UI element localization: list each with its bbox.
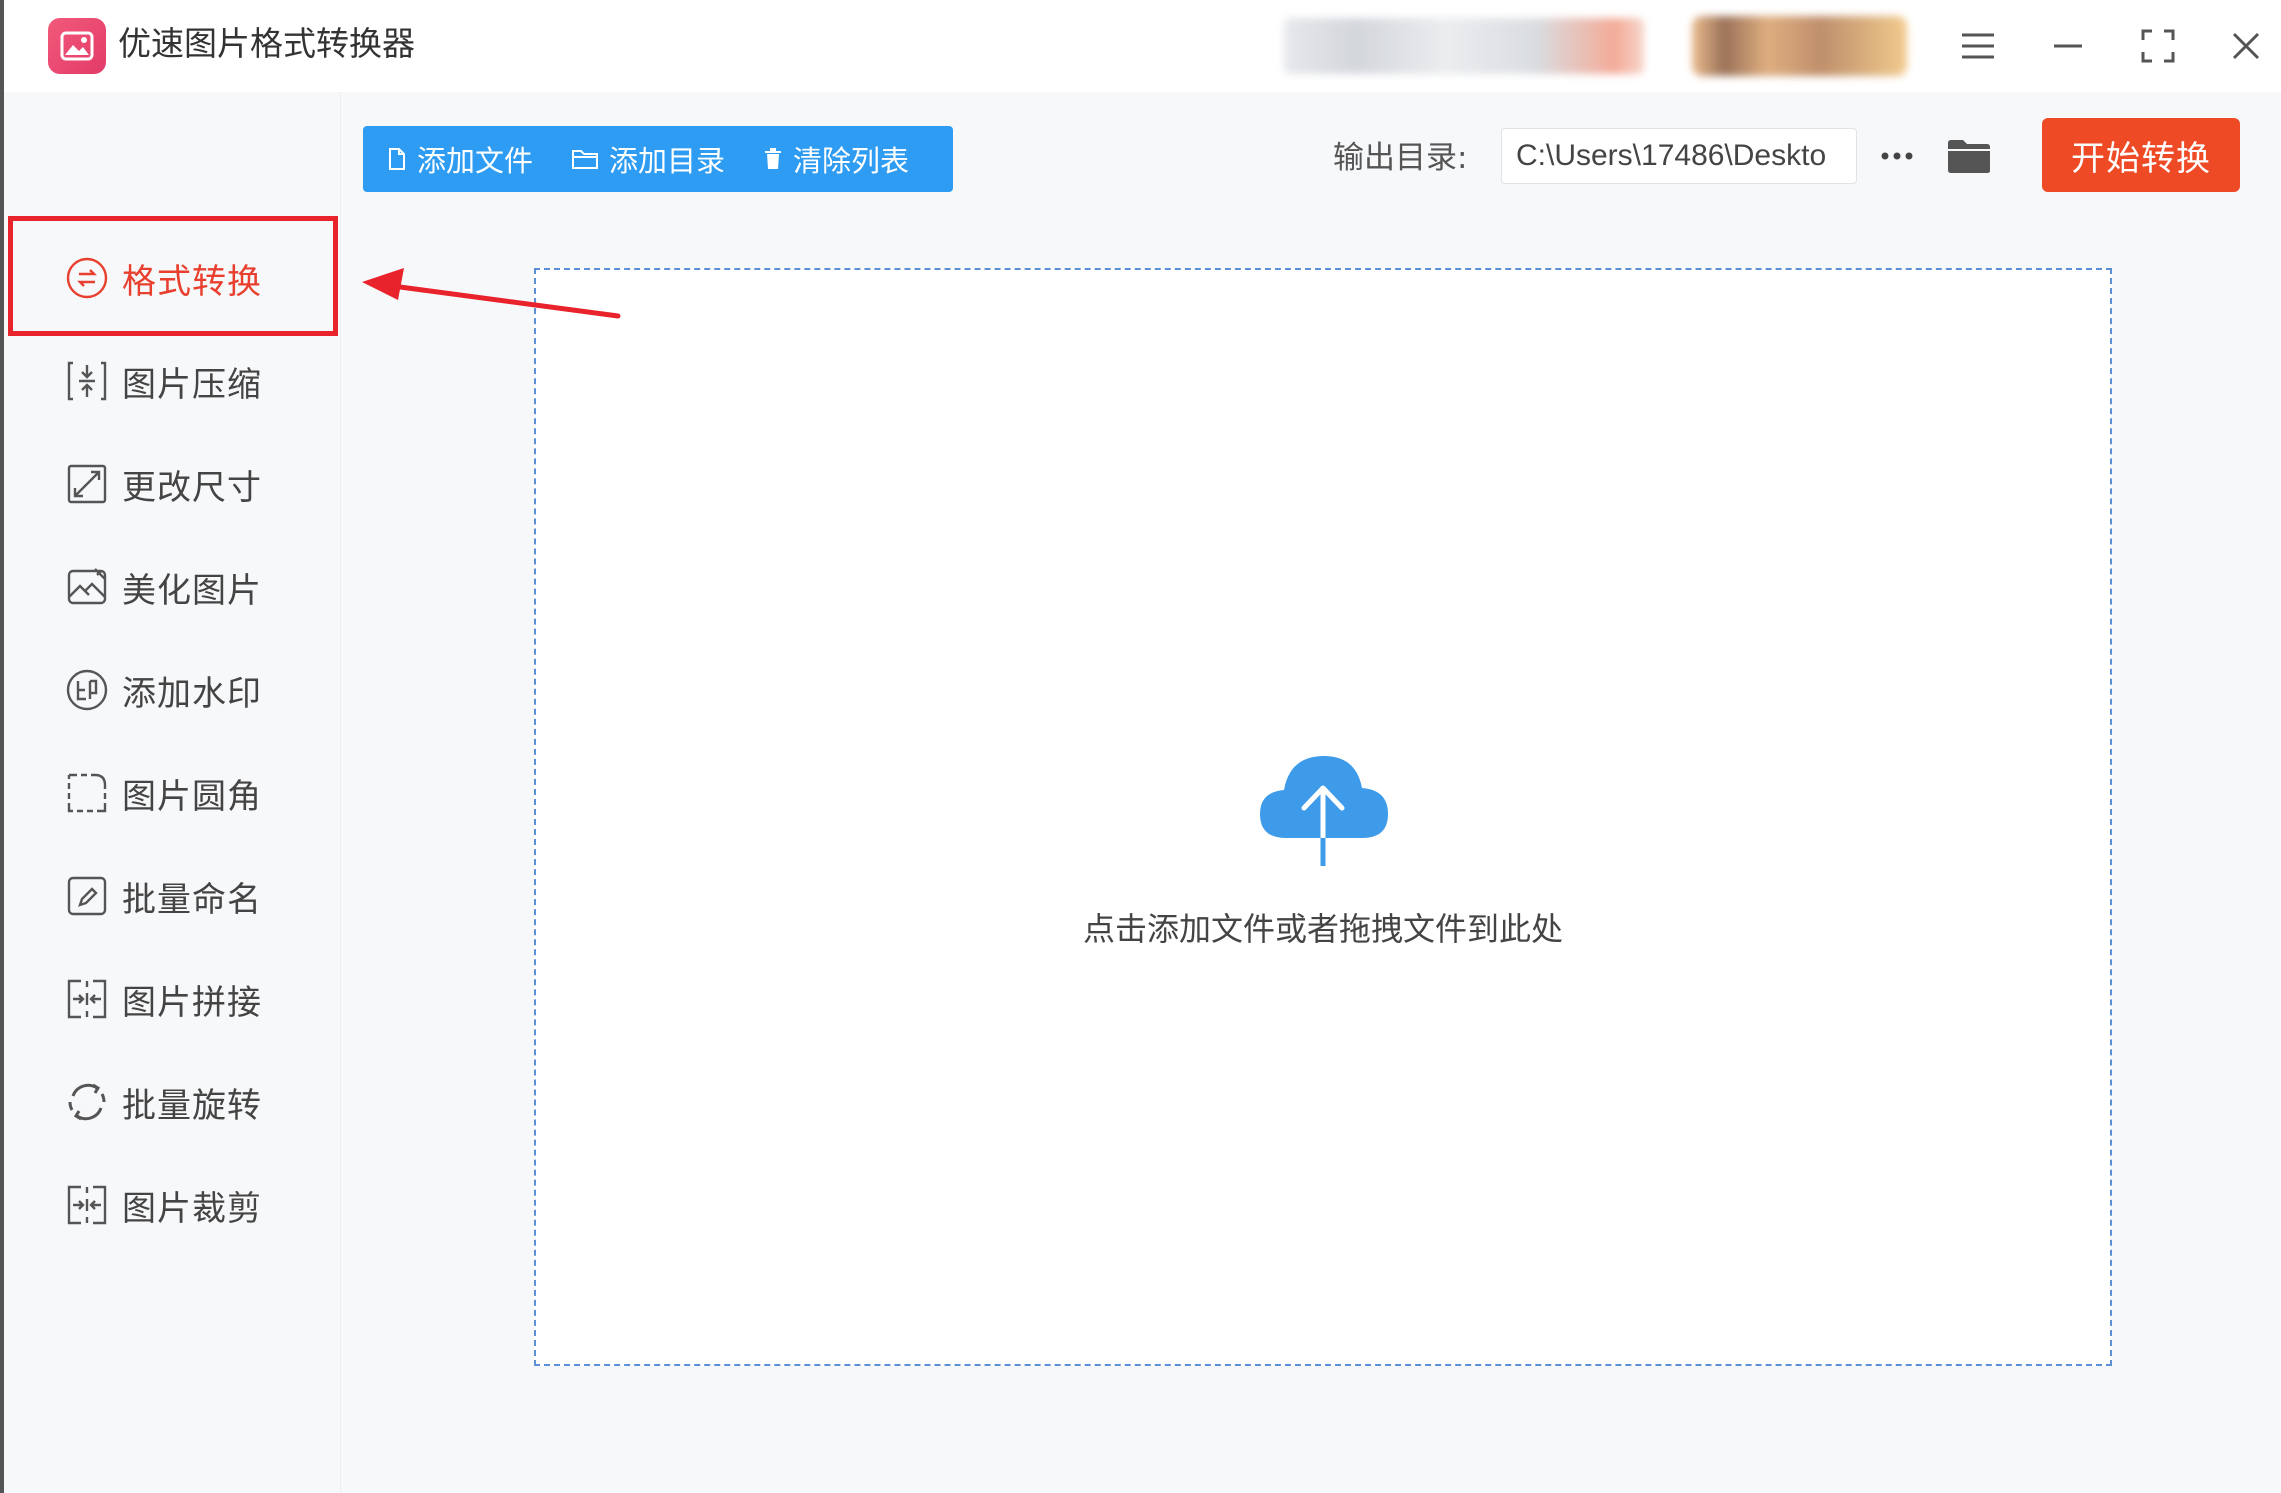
rotate-icon [64, 1079, 110, 1125]
rounded-corner-icon [64, 770, 110, 816]
sidebar-item-label: 图片拼接 [122, 982, 262, 1023]
menu-icon[interactable] [1950, 18, 2006, 74]
cloud-upload-icon [1260, 756, 1388, 869]
beautify-icon [64, 564, 110, 610]
trash-icon [765, 148, 782, 169]
rename-icon [64, 873, 110, 919]
start-convert-button[interactable]: 开始转换 [2042, 118, 2240, 192]
output-dir-input[interactable]: C:\Users\17486\Deskto [1501, 128, 1857, 184]
sidebar-item-watermark[interactable]: 添加水印 [64, 650, 324, 730]
annotation-arrow [362, 268, 621, 319]
sidebar-item-label: 更改尺寸 [122, 467, 262, 508]
app-window: 优速图片格式转换器 格式转换 图片压缩 更改尺寸 美化图片 添加水印 图片圆角 … [0, 0, 2281, 1493]
sidebar-item-beautify[interactable]: 美化图片 [64, 547, 324, 627]
clear-list-button[interactable]: 清除列表 [739, 126, 923, 192]
sidebar-item-rotate[interactable]: 批量旋转 [64, 1062, 324, 1142]
sidebar-item-label: 图片压缩 [122, 364, 262, 405]
compress-icon [64, 358, 110, 404]
file-drop-zone[interactable]: 点击添加文件或者拖拽文件到此处 [534, 268, 2112, 1366]
sidebar-item-label: 图片圆角 [122, 776, 262, 817]
minimize-icon[interactable] [2040, 18, 2096, 74]
close-icon[interactable] [2218, 18, 2274, 74]
blurred-user-avatar [1692, 16, 1907, 76]
stitch-icon [64, 976, 110, 1022]
sidebar-item-rename[interactable]: 批量命名 [64, 856, 324, 936]
sidebar-item-label: 图片裁剪 [122, 1188, 262, 1229]
sidebar-item-compress[interactable]: 图片压缩 [64, 341, 324, 421]
sidebar-item-resize[interactable]: 更改尺寸 [64, 444, 324, 524]
main-content: 点击添加文件或者拖拽文件到此处 [341, 222, 2281, 1493]
blurred-account-info [1284, 18, 1644, 74]
clear-list-label: 清除列表 [793, 144, 910, 178]
watermark-icon [64, 667, 110, 713]
output-dir-label: 输出目录: [1333, 140, 1468, 176]
sidebar-item-label: 批量旋转 [122, 1085, 262, 1126]
open-folder-icon[interactable] [1939, 128, 1999, 184]
sidebar-item-label: 添加水印 [122, 673, 262, 714]
sidebar-item-label: 美化图片 [122, 570, 262, 611]
sidebar-item-stitch[interactable]: 图片拼接 [64, 959, 324, 1039]
sidebar-item-rounded-corner[interactable]: 图片圆角 [64, 753, 324, 833]
sidebar-item-label: 批量命名 [122, 879, 262, 920]
resize-icon [64, 461, 110, 507]
more-options-icon[interactable] [1871, 128, 1923, 184]
drop-zone-hint: 点击添加文件或者拖拽文件到此处 [1082, 910, 1563, 948]
maximize-icon[interactable] [2130, 18, 2186, 74]
sidebar-item-crop[interactable]: 图片裁剪 [64, 1165, 324, 1245]
crop-icon [64, 1182, 110, 1228]
